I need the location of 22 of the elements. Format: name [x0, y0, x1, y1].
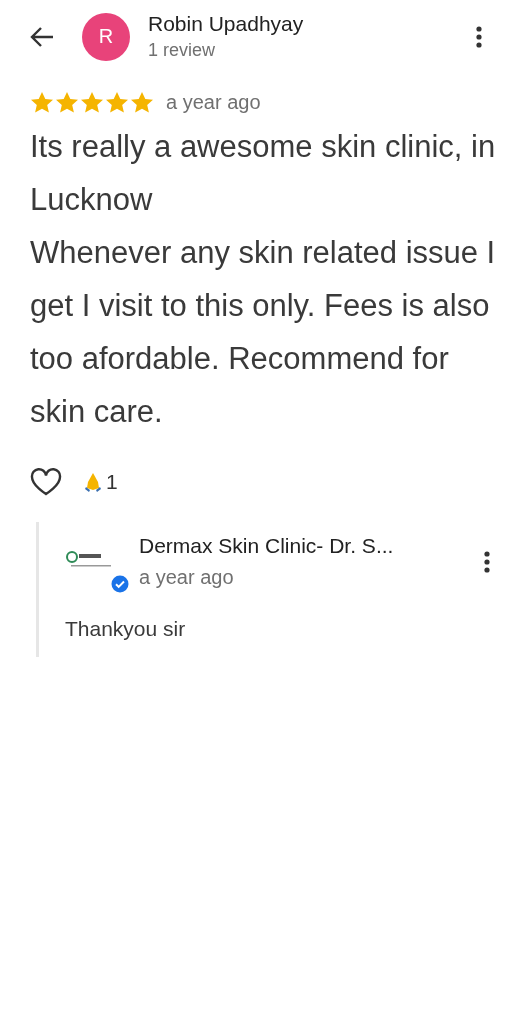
more-vertical-icon	[484, 550, 490, 573]
like-button[interactable]	[30, 468, 62, 496]
more-options-button[interactable]	[484, 550, 490, 573]
star-icon	[30, 91, 54, 114]
back-button[interactable]	[30, 25, 54, 48]
owner-name: Dermax Skin Clinic- Dr. S...	[139, 534, 395, 558]
heart-icon	[30, 468, 62, 496]
star-icon	[105, 91, 129, 114]
review-text: Its really a awesome skin clinic, in Lucknow Whenever any skin related issue I get I visit to this only. Fees is also too afordable. Recommend for skin care.	[30, 128, 497, 431]
more-options-button[interactable]	[476, 25, 482, 48]
reply-time: a year ago	[139, 566, 235, 589]
back-arrow-icon	[30, 25, 54, 48]
star-icon	[80, 91, 104, 114]
more-vertical-icon	[476, 25, 482, 48]
star-icon	[130, 91, 154, 114]
reaction-count: 1	[106, 470, 118, 494]
reply-text: Thankyou sir	[65, 617, 187, 641]
review-time: a year ago	[166, 91, 261, 114]
reviewer-name: Robin Upadhyay	[148, 12, 305, 36]
review-count: 1 review	[148, 40, 217, 61]
avatar: R	[82, 12, 130, 61]
star-icon	[55, 91, 79, 114]
